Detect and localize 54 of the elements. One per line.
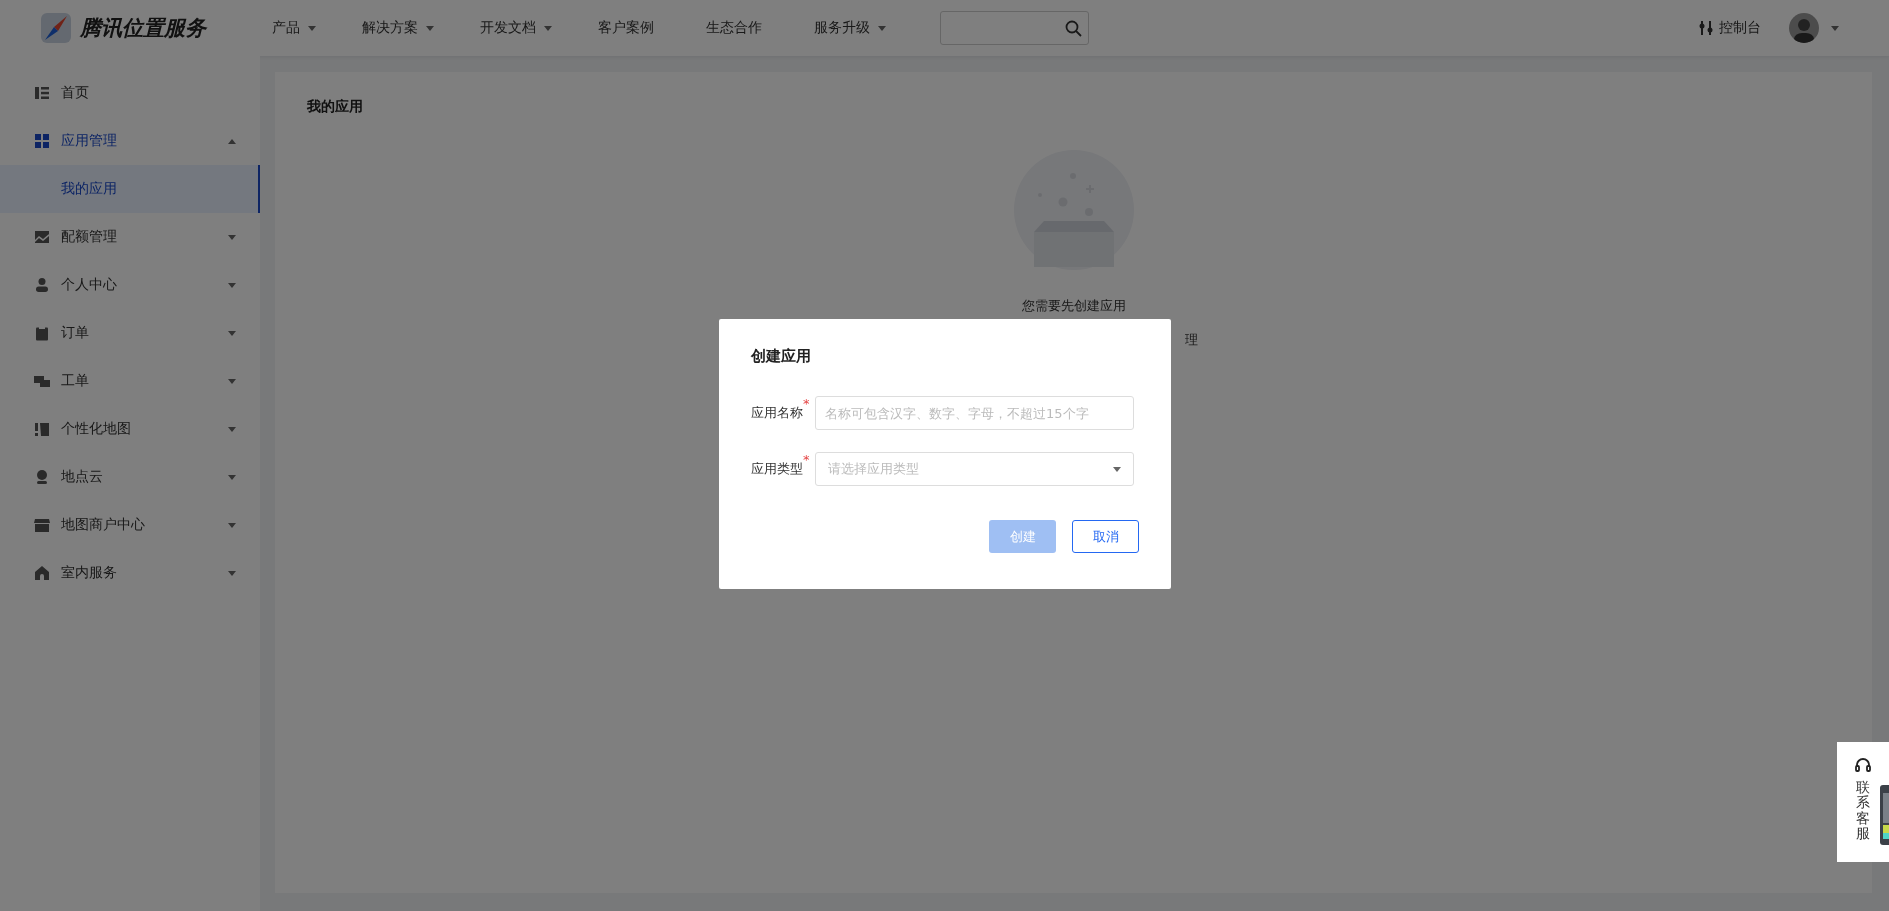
empty-message: 您需要先创建应用 xyxy=(1021,298,1126,313)
caret-icon xyxy=(308,25,316,31)
menu-icon xyxy=(34,277,50,293)
sidebar-item[interactable]: 室内服务 xyxy=(0,549,260,597)
sidebar-subitem[interactable]: 我的应用 xyxy=(0,165,260,213)
caret-icon xyxy=(426,25,434,31)
nav-link[interactable]: 产品 xyxy=(272,19,362,37)
menu-icon xyxy=(34,133,50,149)
input-field[interactable]: 名称可包含汉字、数字、字母，不超过15个字 xyxy=(815,396,1134,430)
nav-link[interactable]: 客户案例 xyxy=(598,19,706,37)
menu-icon xyxy=(34,85,50,101)
sidebar-item[interactable]: 应用管理 xyxy=(0,117,260,165)
sidebar-item[interactable]: 订单 xyxy=(0,309,260,357)
logo-icon xyxy=(40,12,72,44)
caret-icon xyxy=(878,25,886,31)
menu-icon xyxy=(34,421,50,437)
sidebar-item[interactable]: 配额管理 xyxy=(0,213,260,261)
menu-icon xyxy=(34,469,50,485)
avatar[interactable] xyxy=(1789,13,1819,43)
required-mark: * xyxy=(803,452,811,467)
dialog-title: 创建应用 xyxy=(751,347,812,366)
field-label: 应用类型 xyxy=(751,461,803,478)
caret-icon xyxy=(1113,466,1121,472)
sidebar-item[interactable]: 个性化地图 xyxy=(0,405,260,453)
brand-name: 腾讯位置服务 xyxy=(80,15,209,42)
meter-icon xyxy=(1880,785,1889,845)
sidebar-item[interactable]: 个人中心 xyxy=(0,261,260,309)
sidebar-item[interactable]: 首页 xyxy=(0,69,260,117)
sidebar-item[interactable]: 工单 xyxy=(0,357,260,405)
contact-label: 联系客服 xyxy=(1856,780,1870,842)
field-label: 应用名称 xyxy=(751,405,803,422)
empty-message-end: 理 xyxy=(1185,332,1198,347)
nav-link[interactable]: 服务升级 xyxy=(814,19,930,37)
nav-link[interactable]: 开发文档 xyxy=(480,19,598,37)
console-link[interactable]: 控制台 xyxy=(1699,19,1761,37)
caret-icon xyxy=(544,25,552,31)
required-mark: * xyxy=(803,396,811,411)
menu-icon xyxy=(34,565,50,581)
page-title: 我的应用 xyxy=(307,98,363,116)
menu-icon xyxy=(34,325,50,341)
menu-icon xyxy=(34,229,50,245)
headset-icon xyxy=(1854,756,1872,774)
menu-icon xyxy=(34,373,50,389)
menu-icon xyxy=(34,517,50,533)
cancel-button[interactable]: 取消 xyxy=(1072,520,1139,553)
contact-panel[interactable]: 联系客服 xyxy=(1837,742,1889,862)
sliders-icon xyxy=(1699,20,1713,36)
search-icon xyxy=(1065,19,1082,37)
sidebar-item[interactable]: 地图商户中心 xyxy=(0,501,260,549)
sidebar-item[interactable]: 地点云 xyxy=(0,453,260,501)
nav-link[interactable]: 解决方案 xyxy=(362,19,480,37)
caret-icon[interactable] xyxy=(1831,25,1839,31)
nav-link[interactable]: 生态合作 xyxy=(706,19,814,37)
search-field[interactable] xyxy=(940,11,1089,45)
